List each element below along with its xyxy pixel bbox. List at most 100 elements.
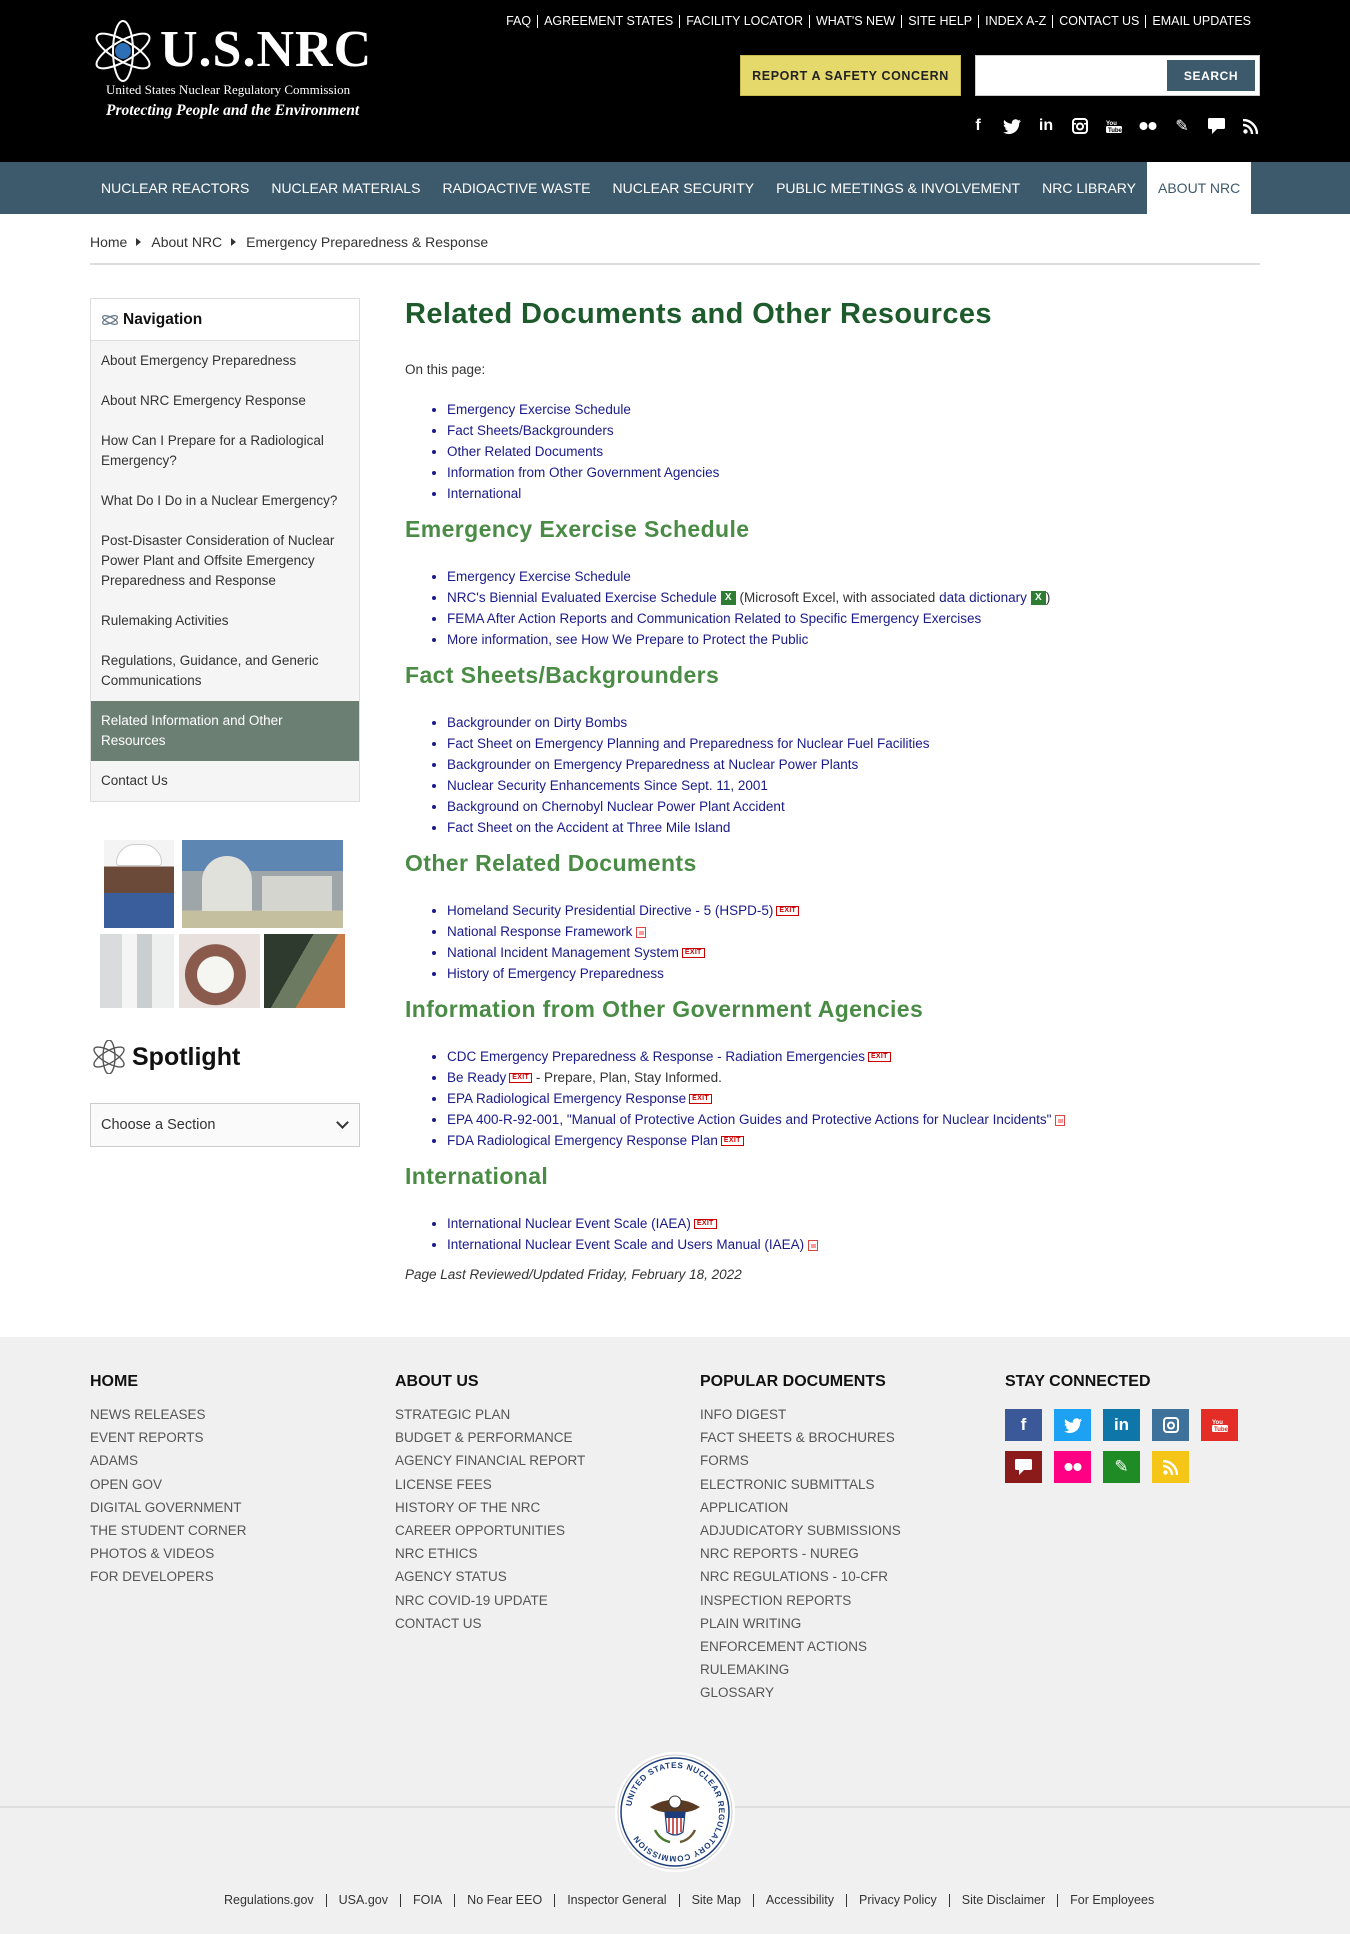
bottom-link-foia[interactable]: FOIA	[400, 1894, 454, 1907]
footer-link[interactable]: NEWS RELEASES	[90, 1403, 247, 1426]
breadcrumb-home[interactable]: Home	[90, 234, 127, 250]
link-national-response-framework[interactable]: National Response Framework	[447, 924, 632, 939]
twitter-icon[interactable]	[1002, 116, 1022, 136]
footer-link[interactable]: OPEN GOV	[90, 1473, 247, 1496]
link-hspd5[interactable]: Homeland Security Presidential Directive…	[447, 903, 773, 918]
top-link-facility-locator[interactable]: FACILITY LOCATOR	[679, 15, 809, 28]
footer-link[interactable]: LICENSE FEES	[395, 1473, 585, 1496]
link-ines[interactable]: International Nuclear Event Scale (IAEA)	[447, 1216, 691, 1231]
footer-link[interactable]: PHOTOS & VIDEOS	[90, 1542, 247, 1565]
link-more-information[interactable]: More information, see How We Prepare to …	[447, 632, 808, 647]
footer-link[interactable]: FORMS	[700, 1449, 901, 1472]
link-exercise-schedule[interactable]: Emergency Exercise Schedule	[447, 569, 631, 584]
footer-link[interactable]: APPLICATION	[700, 1496, 901, 1519]
top-link-whats-new[interactable]: WHAT'S NEW	[808, 15, 901, 28]
top-link-contact-us[interactable]: CONTACT US	[1052, 15, 1145, 28]
footer-link[interactable]: NRC REGULATIONS - 10-CFR	[700, 1565, 901, 1588]
nav-nrc-library[interactable]: NRC LIBRARY	[1031, 162, 1147, 214]
bottom-link-privacy-policy[interactable]: Privacy Policy	[845, 1894, 949, 1907]
toc-link-government-agencies[interactable]: Information from Other Government Agenci…	[447, 462, 1265, 483]
footer-link[interactable]: NRC REPORTS - NUREG	[700, 1542, 901, 1565]
link-fuel-facilities[interactable]: Fact Sheet on Emergency Planning and Pre…	[447, 733, 1265, 754]
nav-radioactive-waste[interactable]: RADIOACTIVE WASTE	[431, 162, 601, 214]
link-nims[interactable]: National Incident Management System	[447, 945, 679, 960]
footer-link[interactable]: NRC ETHICS	[395, 1542, 585, 1565]
section-select[interactable]: Choose a Section	[90, 1103, 360, 1147]
breadcrumb-current[interactable]: Emergency Preparedness & Response	[246, 234, 488, 250]
link-ines-manual[interactable]: International Nuclear Event Scale and Us…	[447, 1237, 804, 1252]
footer-link[interactable]: HISTORY OF THE NRC	[395, 1496, 585, 1519]
youtube-icon[interactable]: You Tube	[1104, 116, 1124, 136]
footer-link[interactable]: FACT SHEETS & BROCHURES	[700, 1426, 901, 1449]
footer-link[interactable]: CAREER OPPORTUNITIES	[395, 1519, 585, 1542]
footer-heading-about[interactable]: ABOUT US	[395, 1373, 585, 1391]
flickr-icon[interactable]	[1054, 1451, 1091, 1483]
top-link-email-updates[interactable]: EMAIL UPDATES	[1145, 15, 1257, 28]
link-fema-reports[interactable]: FEMA After Action Reports and Communicat…	[447, 611, 981, 626]
footer-link[interactable]: DIGITAL GOVERNMENT	[90, 1496, 247, 1519]
pencil-icon[interactable]: ✎	[1103, 1451, 1140, 1483]
nrc-logo[interactable]: U.S.NRC United States Nuclear Regulatory…	[90, 18, 371, 124]
bottom-link-no-fear-eeo[interactable]: No Fear EEO	[454, 1894, 554, 1907]
link-fda[interactable]: FDA Radiological Emergency Response Plan	[447, 1133, 718, 1148]
link-chernobyl[interactable]: Background on Chernobyl Nuclear Power Pl…	[447, 796, 1265, 817]
twitter-icon[interactable]	[1054, 1409, 1091, 1441]
flickr-icon[interactable]	[1138, 116, 1158, 136]
footer-link[interactable]: BUDGET & PERFORMANCE	[395, 1426, 585, 1449]
footer-link[interactable]: THE STUDENT CORNER	[90, 1519, 247, 1542]
nav-public-meetings[interactable]: PUBLIC MEETINGS & INVOLVEMENT	[765, 162, 1031, 214]
bottom-link-inspector-general[interactable]: Inspector General	[554, 1894, 678, 1907]
sidebar-item-regulations[interactable]: Regulations, Guidance, and Generic Commu…	[91, 641, 359, 701]
link-data-dictionary[interactable]: data dictionary	[939, 590, 1027, 605]
link-dirty-bombs[interactable]: Backgrounder on Dirty Bombs	[447, 712, 1265, 733]
footer-link[interactable]: AGENCY FINANCIAL REPORT	[395, 1449, 585, 1472]
search-button[interactable]: SEARCH	[1167, 60, 1255, 91]
link-cdc[interactable]: CDC Emergency Preparedness & Response - …	[447, 1049, 865, 1064]
top-link-index[interactable]: INDEX A-Z	[978, 15, 1052, 28]
sidebar-item-prepare-radiological-emergency[interactable]: How Can I Prepare for a Radiological Eme…	[91, 421, 359, 481]
rss-icon[interactable]	[1152, 1451, 1189, 1483]
toc-link-other-documents[interactable]: Other Related Documents	[447, 441, 1265, 462]
footer-link[interactable]: GLOSSARY	[700, 1681, 901, 1704]
report-safety-concern-button[interactable]: REPORT A SAFETY CONCERN	[740, 55, 961, 96]
nav-about-nrc[interactable]: ABOUT NRC	[1147, 162, 1252, 214]
sidebar-item-contact-us[interactable]: Contact Us	[91, 761, 359, 801]
linkedin-icon[interactable]: in	[1036, 116, 1056, 136]
link-epa-400[interactable]: EPA 400-R-92-001, "Manual of Protective …	[447, 1112, 1051, 1127]
top-link-agreement-states[interactable]: AGREEMENT STATES	[537, 15, 679, 28]
sidebar-item-related-information[interactable]: Related Information and Other Resources	[91, 701, 359, 761]
toc-link-fact-sheets[interactable]: Fact Sheets/Backgrounders	[447, 420, 1265, 441]
footer-link[interactable]: PLAIN WRITING	[700, 1612, 901, 1635]
footer-link[interactable]: FOR DEVELOPERS	[90, 1565, 247, 1588]
nav-nuclear-reactors[interactable]: NUCLEAR REACTORS	[90, 162, 260, 214]
footer-link[interactable]: NRC COVID-19 UPDATE	[395, 1589, 585, 1612]
breadcrumb-about-nrc[interactable]: About NRC	[151, 234, 222, 250]
sidebar-item-about-emergency-preparedness[interactable]: About Emergency Preparedness	[91, 341, 359, 381]
toc-link-exercise[interactable]: Emergency Exercise Schedule	[447, 399, 1265, 420]
bottom-link-usa-gov[interactable]: USA.gov	[325, 1894, 400, 1907]
footer-link[interactable]: ADAMS	[90, 1449, 247, 1472]
facebook-icon[interactable]: f	[968, 116, 988, 136]
toc-link-international[interactable]: International	[447, 483, 1265, 504]
link-three-mile-island[interactable]: Fact Sheet on the Accident at Three Mile…	[447, 817, 1265, 838]
bottom-link-site-map[interactable]: Site Map	[678, 1894, 753, 1907]
search-input[interactable]	[982, 64, 1172, 88]
footer-link[interactable]: AGENCY STATUS	[395, 1565, 585, 1588]
bottom-link-accessibility[interactable]: Accessibility	[752, 1894, 846, 1907]
facebook-icon[interactable]: f	[1005, 1409, 1042, 1441]
youtube-icon[interactable]: You Tube	[1201, 1409, 1238, 1441]
top-link-faq[interactable]: FAQ	[500, 15, 537, 28]
bottom-link-site-disclaimer[interactable]: Site Disclaimer	[948, 1894, 1057, 1907]
rss-icon[interactable]	[1240, 116, 1260, 136]
top-link-site-help[interactable]: SITE HELP	[901, 15, 978, 28]
footer-link[interactable]: ADJUDICATORY SUBMISSIONS	[700, 1519, 901, 1542]
footer-link[interactable]: INFO DIGEST	[700, 1403, 901, 1426]
footer-link[interactable]: RULEMAKING	[700, 1658, 901, 1681]
link-be-ready[interactable]: Be Ready	[447, 1070, 506, 1085]
footer-link[interactable]: ENFORCEMENT ACTIONS	[700, 1635, 901, 1658]
footer-link[interactable]: EVENT REPORTS	[90, 1426, 247, 1449]
bottom-link-regulations-gov[interactable]: Regulations.gov	[212, 1894, 326, 1907]
link-power-plants[interactable]: Backgrounder on Emergency Preparedness a…	[447, 754, 1265, 775]
chat-icon[interactable]	[1206, 116, 1226, 136]
link-epa[interactable]: EPA Radiological Emergency Response	[447, 1091, 686, 1106]
